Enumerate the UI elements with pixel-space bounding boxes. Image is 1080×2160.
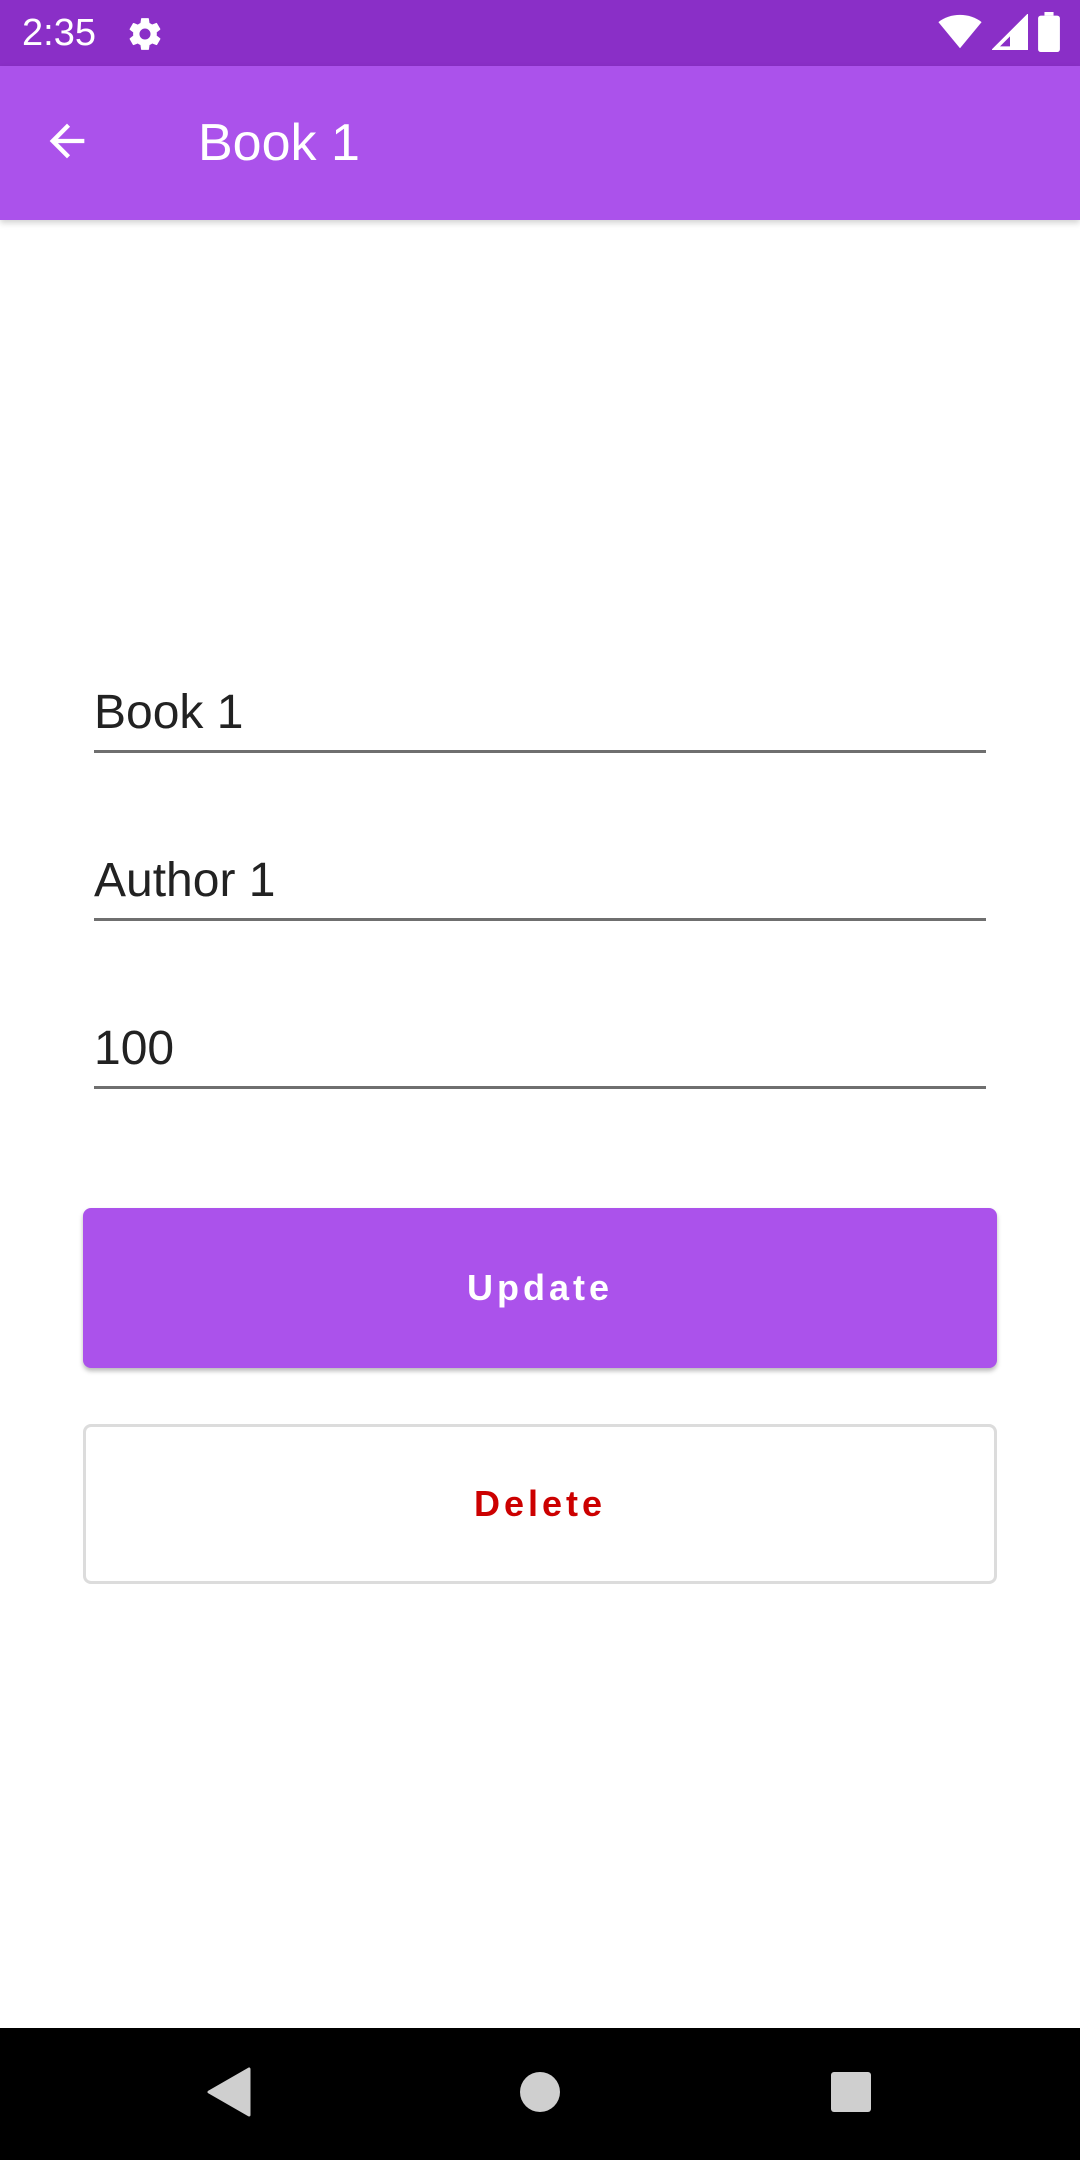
book-title-input[interactable] [94, 682, 986, 742]
nav-home-circle-icon [518, 2070, 562, 2119]
delete-button-label: Delete [473, 1483, 607, 1524]
page-title: Book 1 [198, 114, 360, 172]
arrow-left-icon [41, 115, 93, 172]
status-bar: 2:35 [0, 0, 1080, 66]
battery-icon [1038, 11, 1060, 57]
nav-home-button[interactable] [504, 2058, 576, 2130]
app-bar: Book 1 [0, 66, 1080, 220]
cellular-signal-icon [991, 12, 1028, 55]
price-input[interactable] [94, 1018, 986, 1078]
status-icons [938, 11, 1060, 57]
update-button[interactable]: Update [83, 1208, 997, 1368]
nav-recents-square-icon [830, 2071, 872, 2118]
nav-back-button[interactable] [192, 2058, 264, 2130]
status-time: 2:35 [22, 12, 96, 54]
settings-gear-icon [126, 15, 164, 53]
delete-button[interactable]: Delete [83, 1424, 997, 1584]
nav-recents-button[interactable] [815, 2058, 887, 2130]
price-field-container [94, 1006, 986, 1089]
update-button-label: Update [466, 1267, 613, 1308]
back-button[interactable] [34, 110, 100, 176]
navigation-bar [0, 2028, 1080, 2160]
book-title-field-container [94, 670, 986, 753]
author-field-container [94, 838, 986, 921]
wifi-icon [938, 14, 982, 55]
screen: 2:35 Book 1 Book 1 Author 1 100 Update D… [0, 0, 1080, 2160]
author-input[interactable] [94, 850, 986, 910]
nav-back-triangle-icon [205, 2067, 251, 2122]
